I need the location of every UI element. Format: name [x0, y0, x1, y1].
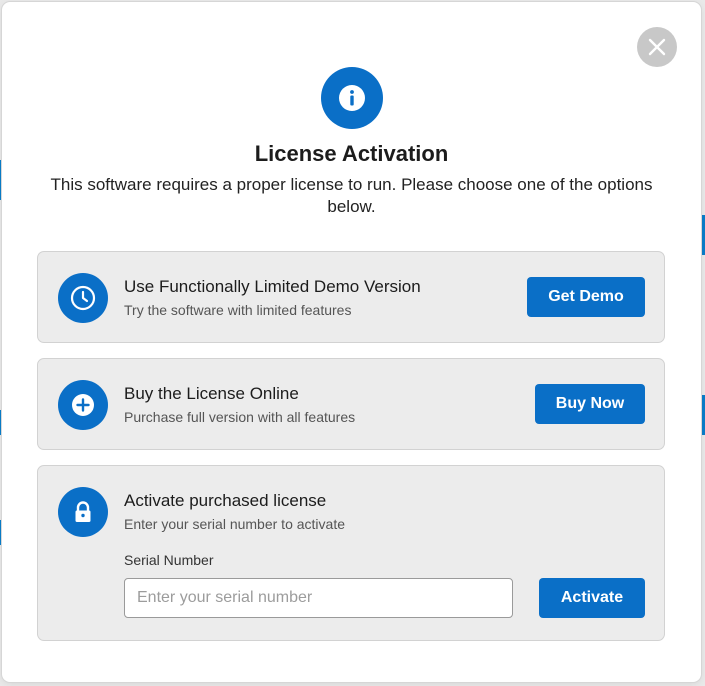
buy-option-title: Buy the License Online	[124, 384, 299, 403]
serial-number-label: Serial Number	[124, 552, 214, 568]
clock-icon	[58, 273, 108, 323]
demo-option-card: Use Functionally Limited Demo Version Tr…	[37, 251, 665, 343]
dialog-title: License Activation	[254, 141, 449, 166]
info-icon	[321, 67, 383, 129]
activate-option-title: Activate purchased license	[124, 491, 327, 510]
buy-option-description: Purchase full version with all features	[124, 409, 356, 425]
buy-option-card: Buy the License Online Purchase full ver…	[37, 358, 665, 450]
demo-option-title: Use Functionally Limited Demo Version	[124, 277, 421, 296]
dialog-subtitle: This software requires a proper license …	[50, 175, 653, 216]
plus-circle-icon	[58, 380, 108, 430]
buy-now-button[interactable]: Buy Now	[535, 384, 645, 424]
demo-option-description: Try the software with limited features	[124, 302, 352, 318]
lock-icon	[58, 487, 108, 537]
serial-number-input[interactable]	[124, 578, 513, 618]
activate-option-card: Activate purchased license Enter your se…	[37, 465, 665, 641]
close-button[interactable]	[637, 27, 677, 67]
close-icon	[648, 38, 666, 56]
activate-button[interactable]: Activate	[539, 578, 645, 618]
activate-option-description: Enter your serial number to activate	[124, 516, 345, 532]
get-demo-button[interactable]: Get Demo	[527, 277, 645, 317]
license-activation-dialog: License Activation This software require…	[2, 2, 701, 682]
